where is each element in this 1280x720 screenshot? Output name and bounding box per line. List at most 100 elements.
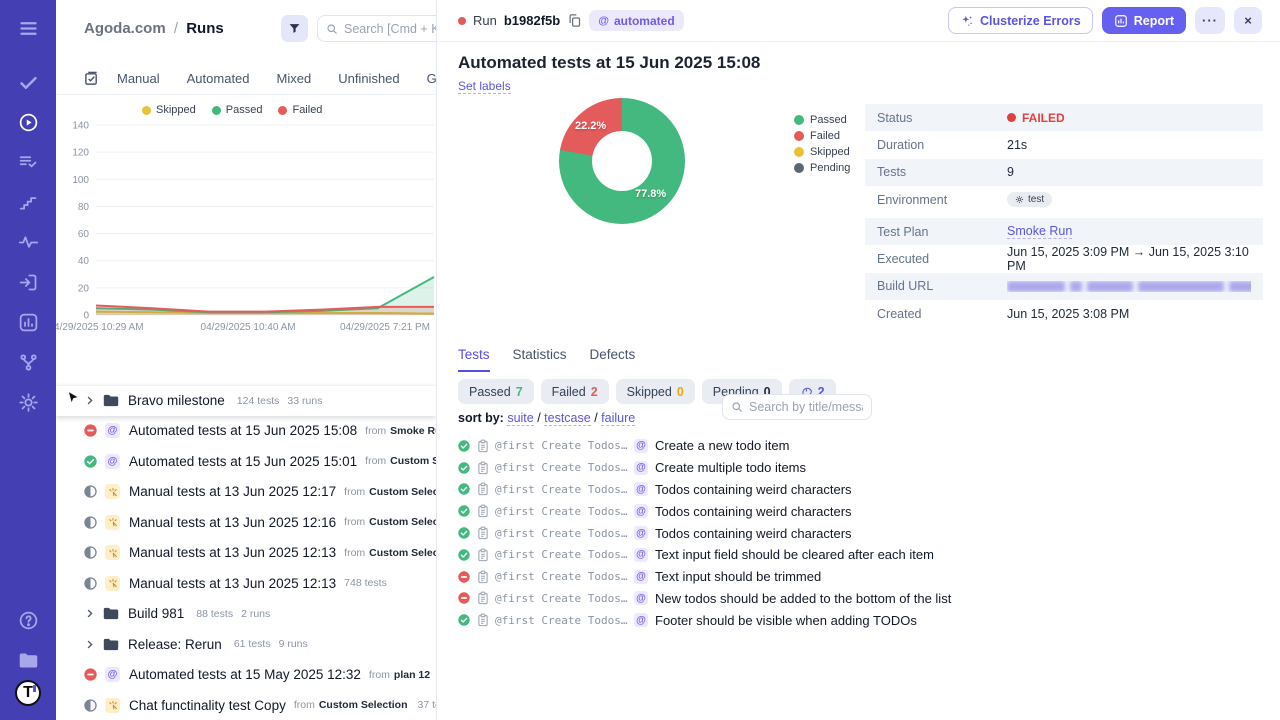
filter-button[interactable] xyxy=(281,15,308,42)
test-row[interactable]: @first Create Todos… @ Create a new todo… xyxy=(458,435,1258,457)
tab-automated[interactable]: Automated xyxy=(187,71,250,86)
sidebar-item-help[interactable] xyxy=(0,600,56,640)
tab-defects[interactable]: Defects xyxy=(590,347,636,372)
trend-chart: 0 20 40 60 80 100 120 140 xyxy=(72,121,435,322)
sort-suite[interactable]: suite xyxy=(507,411,534,426)
test-row[interactable]: @first Create Todos… @ Todos containing … xyxy=(458,479,1258,501)
automated-run-icon: @ xyxy=(105,667,120,683)
automated-test-icon: @ xyxy=(634,591,648,606)
run-row[interactable]: Manual tests at 13 Jun 2025 12:16 from Cus… xyxy=(56,507,436,538)
in-progress-icon xyxy=(84,485,97,498)
test-row[interactable]: @first Create Todos… @ Todos containing … xyxy=(458,500,1258,522)
select-runs-icon[interactable] xyxy=(84,71,99,86)
tab-groups[interactable]: Groups xyxy=(427,71,436,86)
folder-icon xyxy=(103,395,119,407)
manual-run-icon xyxy=(105,484,120,500)
run-folder-row[interactable]: Release: Rerun 61 tests 9 runs xyxy=(56,629,436,660)
passed-icon xyxy=(458,461,470,474)
environment-pill: test xyxy=(1007,192,1053,208)
manual-touch-icon xyxy=(108,579,117,588)
sidebar-item-branch[interactable] xyxy=(0,342,56,382)
run-row[interactable]: @ Automated tests at 15 Jun 2025 15:01 fr… xyxy=(56,446,436,477)
donut-legend-failed: Failed xyxy=(794,128,850,144)
run-row[interactable]: Manual tests at 13 Jun 2025 12:13 748 te… xyxy=(56,568,436,599)
runs-search-input[interactable] xyxy=(344,21,436,36)
tab-unfinished[interactable]: Unfinished xyxy=(338,71,399,86)
automated-test-icon: @ xyxy=(634,526,648,541)
run-row[interactable]: Manual tests at 13 Jun 2025 12:13 from Cus… xyxy=(56,538,436,569)
sidebar-item-settings[interactable] xyxy=(0,382,56,422)
mouse-cursor xyxy=(67,390,80,406)
check-icon xyxy=(19,76,37,89)
test-row[interactable]: @first Create Todos… @ Text input field … xyxy=(458,544,1258,566)
legend-item-passed: Passed xyxy=(211,104,262,116)
filter-skipped[interactable]: Skipped 0 xyxy=(615,379,695,404)
detail-row: Tests 9 xyxy=(865,158,1263,186)
test-row[interactable]: @first Create Todos… @ Todos containing … xyxy=(458,522,1258,544)
donut-legend-skipped: Skipped xyxy=(794,144,850,160)
detail-row: Environment test xyxy=(865,186,1263,213)
report-button[interactable]: Report xyxy=(1101,7,1186,34)
test-plan-link[interactable]: Smoke Run xyxy=(1007,224,1073,240)
filter-passed[interactable]: Passed 7 xyxy=(458,379,534,404)
sidebar-item-signin[interactable] xyxy=(0,262,56,302)
legend-item-skipped: Skipped xyxy=(142,104,196,116)
manual-touch-icon xyxy=(108,487,117,497)
automated-test-icon: @ xyxy=(634,504,648,519)
sidebar-item-runs[interactable] xyxy=(0,102,56,142)
tests-search-input[interactable] xyxy=(749,400,863,414)
detail-row: Executed Jun 15, 2025 3:09 PM → Jun 15, … xyxy=(877,245,1249,274)
clipboard-icon xyxy=(478,592,488,605)
svg-text:140: 140 xyxy=(72,121,89,132)
tab-tests[interactable]: Tests xyxy=(458,347,490,372)
run-folder-row[interactable]: Bravo milestone 124 tests 33 runs xyxy=(56,385,436,416)
run-folder-row[interactable]: Build 981 88 tests 2 runs xyxy=(56,599,436,630)
run-row[interactable]: Manual tests at 13 Jun 2025 12:17 from Cus… xyxy=(56,477,436,508)
run-row[interactable]: @ Automated tests at 15 May 2025 12:32 fr… xyxy=(56,660,436,691)
automated-test-icon: @ xyxy=(634,569,648,584)
sidebar-item-projects[interactable] xyxy=(0,640,56,680)
tab-manual[interactable]: Manual xyxy=(117,71,160,86)
failed-icon xyxy=(84,668,97,681)
donut-failed-percent: 22.2% xyxy=(575,120,607,132)
sidebar-item-pulse[interactable] xyxy=(0,222,56,262)
copy-run-id-button[interactable] xyxy=(567,13,582,28)
chart-board-icon xyxy=(19,313,37,331)
sidebar-item-steps[interactable] xyxy=(0,182,56,222)
test-row[interactable]: @first Create Todos… @ Text input should… xyxy=(458,566,1258,588)
x-tick-label: 04/29/2025 10:40 AM xyxy=(200,322,296,333)
clipboard-icon xyxy=(478,613,488,627)
clusterize-errors-button[interactable]: Clusterize Errors xyxy=(947,7,1093,34)
tab-statistics[interactable]: Statistics xyxy=(513,347,567,372)
sort-failure[interactable]: failure xyxy=(601,411,636,426)
legend-item-failed: Failed xyxy=(278,104,322,116)
set-labels-link[interactable]: Set labels xyxy=(458,79,511,94)
gear-icon xyxy=(18,392,38,412)
tab-mixed[interactable]: Mixed xyxy=(277,71,312,86)
donut-legend: Passed Failed Skipped Pending xyxy=(794,112,850,176)
more-actions-button[interactable]: ··· xyxy=(1195,7,1225,34)
clipboard-icon xyxy=(478,461,488,474)
automated-icon: @ xyxy=(598,14,609,27)
sidebar-item-tasks[interactable] xyxy=(0,62,56,102)
test-row[interactable]: @first Create Todos… @ Footer should be … xyxy=(458,609,1258,631)
test-row[interactable]: @first Create Todos… @ New todos should … xyxy=(458,588,1258,610)
donut-passed-percent: 77.8% xyxy=(635,188,667,200)
runs-search[interactable] xyxy=(317,15,436,42)
branch-icon xyxy=(19,353,37,371)
app-logo[interactable]: T xyxy=(15,680,41,706)
sidebar-item-menu[interactable] xyxy=(0,8,56,48)
failed-icon xyxy=(458,592,470,605)
sidebar-item-analytics[interactable] xyxy=(0,302,56,342)
filter-failed[interactable]: Failed 2 xyxy=(540,379,609,404)
sidebar-item-checklist[interactable] xyxy=(0,142,56,182)
manual-run-icon xyxy=(105,697,120,713)
sort-testcase[interactable]: testcase xyxy=(544,411,591,426)
test-row[interactable]: @first Create Todos… @ Create multiple t… xyxy=(458,457,1258,479)
run-row[interactable]: Chat functinality test Copy from Custom Se… xyxy=(56,690,436,720)
tests-search[interactable] xyxy=(722,394,872,420)
close-run-button[interactable]: × xyxy=(1234,7,1262,34)
run-row[interactable]: @ Automated tests at 15 Jun 2025 15:08 fr… xyxy=(56,416,436,447)
run-status-dot xyxy=(458,16,466,25)
breadcrumb-project[interactable]: Agoda.com xyxy=(84,20,166,37)
